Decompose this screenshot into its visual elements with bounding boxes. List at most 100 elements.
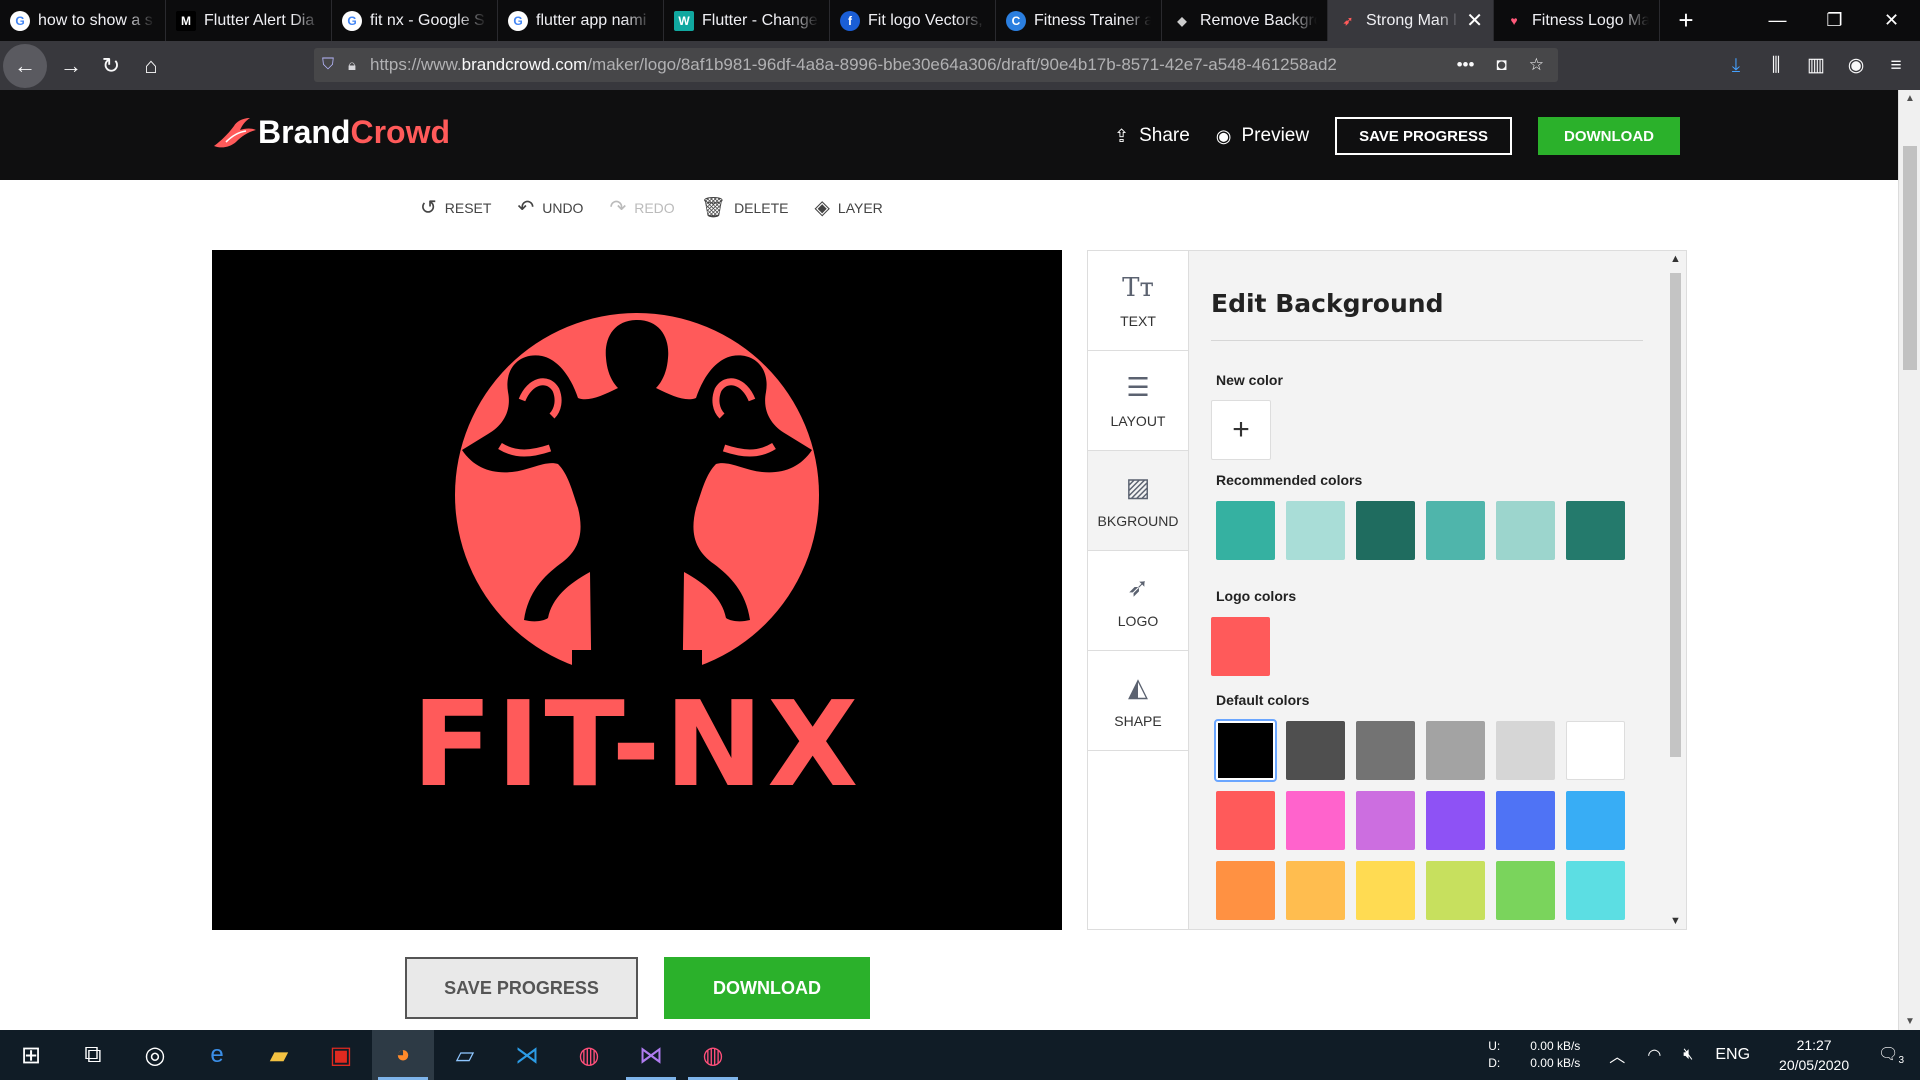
language-indicator[interactable]: ENG: [1715, 1046, 1750, 1064]
recommended-color-swatch[interactable]: [1286, 501, 1345, 560]
page-scroll-down-icon[interactable]: ▼: [1899, 1016, 1920, 1027]
panel-scroll-thumb[interactable]: [1670, 273, 1681, 757]
layer-button[interactable]: ◈ LAYER: [815, 195, 883, 220]
page-scroll-up-icon[interactable]: ▲: [1899, 93, 1920, 104]
undo-button[interactable]: ↶ UNDO: [517, 195, 583, 220]
tab-layout[interactable]: ☰ LAYOUT: [1088, 351, 1188, 451]
address-bar[interactable]: ⛉ 🔒︎ https://www.brandcrowd.com/maker/lo…: [314, 48, 1558, 82]
default-color-swatch[interactable]: [1426, 861, 1485, 920]
default-color-swatch[interactable]: [1566, 861, 1625, 920]
save-progress-button[interactable]: SAVE PROGRESS: [1335, 117, 1512, 155]
preview-link[interactable]: ◉ Preview: [1216, 125, 1309, 147]
default-color-swatch[interactable]: [1566, 791, 1625, 850]
browser-tab[interactable]: ♥ Fitness Logo Ma: [1494, 0, 1660, 41]
page-scrollbar[interactable]: ▲ ▼: [1898, 90, 1920, 1030]
recommended-color-swatch[interactable]: [1566, 501, 1625, 560]
page-scroll-thumb[interactable]: [1903, 146, 1917, 370]
share-link[interactable]: ⇪ Share: [1114, 125, 1190, 147]
default-color-swatch[interactable]: [1356, 791, 1415, 850]
browser-tab[interactable]: f Fit logo Vectors,: [830, 0, 996, 41]
tab-shape[interactable]: ◭ SHAPE: [1088, 651, 1188, 751]
logo-color-swatch[interactable]: [1211, 617, 1270, 676]
visual-studio-icon[interactable]: ⋈: [620, 1030, 682, 1080]
default-color-swatch[interactable]: [1356, 861, 1415, 920]
logo-text[interactable]: FIT-NX: [412, 675, 862, 813]
url-text[interactable]: https://www.brandcrowd.com/maker/logo/8a…: [370, 55, 1457, 75]
file-explorer-icon[interactable]: ▰: [248, 1030, 310, 1080]
new-tab-button[interactable]: +: [1660, 0, 1712, 41]
sidebar-icon[interactable]: ▥: [1796, 54, 1836, 77]
vscode-icon[interactable]: ⋊: [496, 1030, 558, 1080]
tab-background[interactable]: ▨ BKGROUND: [1088, 451, 1188, 551]
pocket-icon[interactable]: ◘: [1496, 55, 1506, 75]
account-icon[interactable]: ◉: [1836, 54, 1876, 77]
add-color-button[interactable]: +: [1211, 400, 1271, 460]
volume-muted-icon[interactable]: 🔇︎: [1683, 1046, 1693, 1064]
default-color-swatch[interactable]: [1286, 721, 1345, 780]
edge-icon[interactable]: e: [186, 1030, 248, 1080]
back-arrow-icon[interactable]: ←: [3, 43, 47, 88]
recommended-color-swatch[interactable]: [1356, 501, 1415, 560]
home-icon[interactable]: ⌂: [131, 46, 171, 86]
recommended-color-swatch[interactable]: [1426, 501, 1485, 560]
clock[interactable]: 21:27 20/05/2020: [1779, 1035, 1849, 1075]
default-color-swatch[interactable]: [1356, 721, 1415, 780]
default-color-swatch[interactable]: [1216, 861, 1275, 920]
restore-icon[interactable]: ❐: [1806, 0, 1863, 41]
download-button[interactable]: DOWNLOAD: [1538, 117, 1680, 155]
notepad-icon[interactable]: ▱: [434, 1030, 496, 1080]
screen-recorder-icon[interactable]: ◍: [682, 1030, 744, 1080]
default-color-swatch[interactable]: [1496, 861, 1555, 920]
browser-tab[interactable]: G fit nx - Google S: [332, 0, 498, 41]
reload-icon[interactable]: ↻: [91, 46, 131, 86]
default-color-swatch[interactable]: [1286, 861, 1345, 920]
browser-tab[interactable]: M Flutter Alert Dia: [166, 0, 332, 41]
forward-arrow-icon[interactable]: →: [51, 46, 91, 86]
redo-button[interactable]: ↷ REDO: [609, 195, 674, 220]
browser-tab[interactable]: W Flutter - Change: [664, 0, 830, 41]
brandcrowd-logo[interactable]: Brand Crowd: [212, 114, 450, 151]
bookmark-star-icon[interactable]: ☆: [1529, 55, 1544, 75]
browser-tab[interactable]: G flutter app nami: [498, 0, 664, 41]
firefox-icon[interactable]: ◕: [372, 1030, 434, 1080]
lock-icon[interactable]: 🔒︎: [348, 57, 356, 74]
default-color-swatch[interactable]: [1426, 721, 1485, 780]
logo-canvas[interactable]: FIT-NX: [212, 250, 1062, 930]
browser-tab[interactable]: C Fitness Trainer a: [996, 0, 1162, 41]
menu-icon[interactable]: ≡: [1876, 55, 1916, 77]
logo-artwork[interactable]: FIT-NX: [212, 250, 1062, 930]
library-icon[interactable]: ⫼: [1756, 55, 1796, 77]
tracking-shield-icon[interactable]: ⛉: [322, 56, 334, 74]
scroll-down-icon[interactable]: ▼: [1665, 915, 1686, 927]
downloads-icon[interactable]: ⤓: [1716, 55, 1756, 77]
wifi-icon[interactable]: ◠: [1647, 1045, 1661, 1065]
default-color-swatch[interactable]: [1496, 721, 1555, 780]
default-color-swatch[interactable]: [1496, 791, 1555, 850]
tab-logo[interactable]: ➶ LOGO: [1088, 551, 1188, 651]
show-hidden-icons-chevron-icon[interactable]: ︿: [1609, 1043, 1625, 1067]
scroll-up-icon[interactable]: ▲: [1665, 253, 1686, 265]
default-color-swatch[interactable]: [1216, 791, 1275, 850]
reset-button[interactable]: ↺ RESET: [420, 195, 491, 220]
browser-tab-active[interactable]: ➶ Strong Man l ✕: [1328, 0, 1494, 41]
tab-text[interactable]: Tт TEXT: [1088, 251, 1188, 351]
recommended-color-swatch[interactable]: [1496, 501, 1555, 560]
default-color-swatch[interactable]: [1566, 721, 1625, 780]
default-color-swatch[interactable]: [1426, 791, 1485, 850]
recommended-color-swatch[interactable]: [1216, 501, 1275, 560]
notifications-icon[interactable]: 🗨︎3: [1878, 1044, 1904, 1066]
browser-tab[interactable]: G how to show a s: [0, 0, 166, 41]
download-bottom-button[interactable]: DOWNLOAD: [664, 957, 870, 1019]
close-window-icon[interactable]: ✕: [1863, 0, 1920, 41]
save-progress-bottom-button[interactable]: SAVE PROGRESS: [405, 957, 638, 1019]
windows-start-icon[interactable]: ⊞: [0, 1030, 62, 1080]
default-color-swatch-selected[interactable]: [1214, 719, 1277, 782]
record-app-icon[interactable]: ◍: [558, 1030, 620, 1080]
minimize-icon[interactable]: —: [1749, 0, 1806, 41]
panel-scrollbar[interactable]: ▲ ▼: [1665, 251, 1686, 929]
default-color-swatch[interactable]: [1286, 791, 1345, 850]
browser-tab[interactable]: ◆ Remove Backgro: [1162, 0, 1328, 41]
task-view-icon[interactable]: ⧉: [62, 1030, 124, 1080]
acrobat-icon[interactable]: ▣: [310, 1030, 372, 1080]
page-actions-icon[interactable]: •••: [1457, 55, 1475, 75]
